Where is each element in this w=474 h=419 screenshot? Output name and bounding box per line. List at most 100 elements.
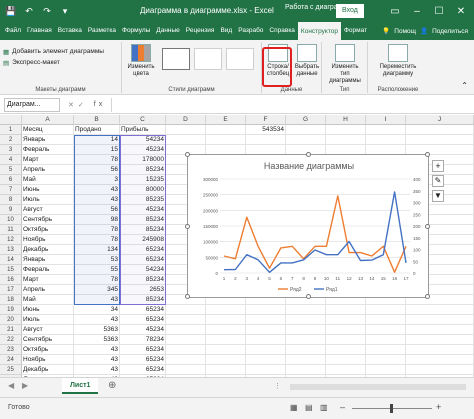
- cell[interactable]: 45234: [120, 325, 166, 335]
- add-chart-element-button[interactable]: ▦ Добавить элемент диаграммы: [0, 46, 121, 57]
- row-header[interactable]: 21: [0, 325, 22, 335]
- cell[interactable]: [406, 135, 474, 145]
- select-all-corner[interactable]: [0, 115, 22, 125]
- name-box[interactable]: Диаграм...: [4, 97, 60, 112]
- cell[interactable]: [166, 315, 206, 325]
- cell[interactable]: [366, 355, 406, 365]
- close-icon[interactable]: ✕: [450, 0, 472, 22]
- tab-0[interactable]: Файл: [2, 22, 24, 40]
- cell[interactable]: Март: [22, 275, 74, 285]
- cell[interactable]: [326, 355, 366, 365]
- resize-handle[interactable]: [306, 152, 311, 157]
- row-header[interactable]: 25: [0, 365, 22, 375]
- row-header[interactable]: 12: [0, 235, 22, 245]
- cell[interactable]: [206, 305, 246, 315]
- undo-icon[interactable]: ↶: [22, 4, 36, 18]
- chart-styles-brush-icon[interactable]: ✎: [432, 175, 444, 187]
- row-header[interactable]: 2: [0, 135, 22, 145]
- cell[interactable]: [206, 345, 246, 355]
- row-header[interactable]: 1: [0, 125, 22, 135]
- collapse-ribbon-icon[interactable]: ⌃: [461, 81, 468, 90]
- cell[interactable]: [366, 345, 406, 355]
- cell[interactable]: [166, 355, 206, 365]
- row-header[interactable]: 6: [0, 175, 22, 185]
- cell[interactable]: Апрель: [22, 165, 74, 175]
- tab-9[interactable]: Справка: [266, 22, 298, 40]
- chart-object[interactable]: Название диаграммы 0 50000 100000 150000 2000…: [185, 152, 430, 299]
- cell[interactable]: [366, 335, 406, 345]
- cell[interactable]: 43: [74, 345, 120, 355]
- tab-8[interactable]: Разрабо: [235, 22, 266, 40]
- cell[interactable]: [406, 125, 474, 135]
- resize-handle[interactable]: [185, 224, 190, 229]
- cell[interactable]: [246, 345, 286, 355]
- cell[interactable]: Июнь: [22, 305, 74, 315]
- cell[interactable]: [246, 335, 286, 345]
- cell[interactable]: [286, 345, 326, 355]
- column-header[interactable]: I: [366, 115, 406, 125]
- column-header[interactable]: D: [166, 115, 206, 125]
- cell[interactable]: [206, 325, 246, 335]
- cell[interactable]: [326, 315, 366, 325]
- sheet-tab-list1[interactable]: Лист1: [62, 378, 99, 394]
- cell[interactable]: [206, 315, 246, 325]
- cell[interactable]: [286, 355, 326, 365]
- row-header[interactable]: 3: [0, 145, 22, 155]
- change-colors-button[interactable]: Изменить цвета: [126, 44, 156, 78]
- cell[interactable]: [166, 345, 206, 355]
- column-header[interactable]: B: [74, 115, 120, 125]
- resize-handle[interactable]: [425, 294, 430, 299]
- row-header[interactable]: 18: [0, 295, 22, 305]
- cell[interactable]: [206, 355, 246, 365]
- cell[interactable]: Ноябрь: [22, 235, 74, 245]
- cell[interactable]: [166, 325, 206, 335]
- cell[interactable]: [286, 315, 326, 325]
- chart-style-2[interactable]: [194, 48, 222, 70]
- cell[interactable]: [206, 125, 246, 135]
- cancel-icon[interactable]: ✕: [68, 101, 74, 109]
- cell[interactable]: Январь: [22, 135, 74, 145]
- tab-5[interactable]: Данные: [153, 22, 182, 40]
- cell[interactable]: Февраль: [22, 145, 74, 155]
- cell[interactable]: [166, 125, 206, 135]
- cell[interactable]: 543534: [246, 125, 286, 135]
- cell[interactable]: 43: [74, 365, 120, 375]
- row-header[interactable]: 15: [0, 265, 22, 275]
- tab-4[interactable]: Формулы: [119, 22, 153, 40]
- row-header[interactable]: 7: [0, 185, 22, 195]
- cell[interactable]: [286, 365, 326, 375]
- cell[interactable]: [406, 335, 474, 345]
- cell[interactable]: Март: [22, 155, 74, 165]
- cell[interactable]: [366, 315, 406, 325]
- next-sheet-icon[interactable]: ▶: [22, 381, 28, 390]
- row-header[interactable]: 19: [0, 305, 22, 315]
- resize-handle[interactable]: [306, 294, 311, 299]
- column-header[interactable]: E: [206, 115, 246, 125]
- enter-icon[interactable]: ✓: [78, 101, 84, 109]
- cell[interactable]: [246, 325, 286, 335]
- cell[interactable]: [326, 335, 366, 345]
- cell[interactable]: Декабрь: [22, 245, 74, 255]
- resize-handle[interactable]: [185, 152, 190, 157]
- cell[interactable]: [366, 325, 406, 335]
- cell[interactable]: Февраль: [22, 265, 74, 275]
- row-header[interactable]: 8: [0, 195, 22, 205]
- minimize-icon[interactable]: –: [406, 0, 428, 22]
- add-sheet-icon[interactable]: ⊕: [108, 380, 116, 391]
- cell[interactable]: [166, 365, 206, 375]
- cell[interactable]: Январь: [22, 255, 74, 265]
- cell[interactable]: [406, 345, 474, 355]
- share-icon[interactable]: 👤: [420, 27, 428, 35]
- tab-7[interactable]: Вид: [217, 22, 235, 40]
- fx-icon[interactable]: fx: [94, 101, 105, 108]
- row-header[interactable]: 24: [0, 355, 22, 365]
- tab-1[interactable]: Главная: [24, 22, 55, 40]
- cell[interactable]: [406, 365, 474, 375]
- cell[interactable]: [206, 365, 246, 375]
- quick-layout-button[interactable]: ▤ Экспресс-макет: [0, 57, 121, 68]
- redo-icon[interactable]: ↷: [40, 4, 54, 18]
- resize-handle[interactable]: [425, 152, 430, 157]
- row-header[interactable]: 20: [0, 315, 22, 325]
- normal-view-icon[interactable]: ▦: [290, 403, 298, 412]
- move-chart-button[interactable]: Переместить диаграмму: [374, 44, 422, 78]
